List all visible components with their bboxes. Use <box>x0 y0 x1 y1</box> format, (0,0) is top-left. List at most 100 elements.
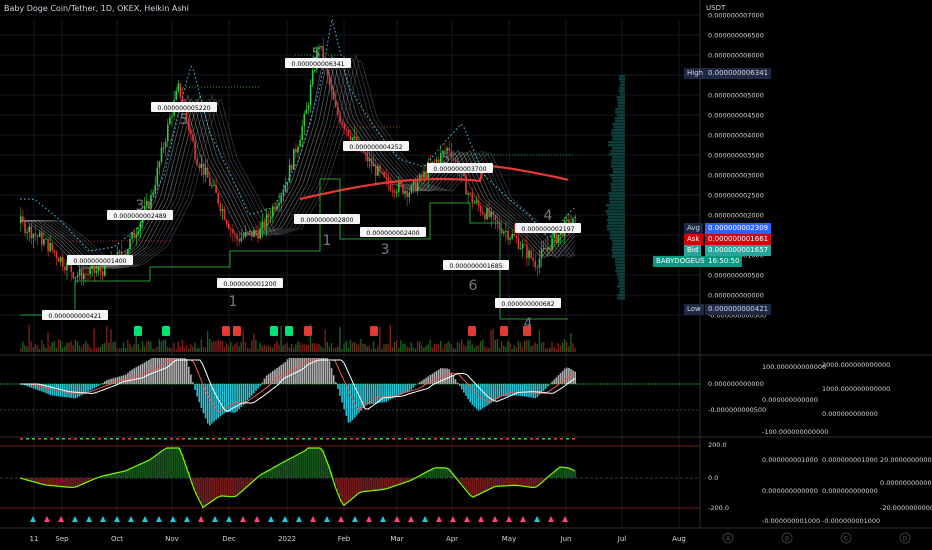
macd-histogram-bar <box>57 384 60 397</box>
candle-body <box>511 233 513 238</box>
time-tick-label: Aug <box>672 535 686 543</box>
osc2-signal-icon <box>324 516 330 522</box>
chart-canvas[interactable]: 0.0000000075000.0000000070000.0000000065… <box>0 0 932 550</box>
macd-histogram-bar <box>236 384 238 412</box>
volume-bar <box>450 344 452 352</box>
candle-body <box>404 190 406 194</box>
volume-bar <box>303 343 305 352</box>
volume-bar <box>482 339 484 352</box>
osc2-top-dot <box>542 438 545 440</box>
osc2-area-bar <box>211 478 213 502</box>
candle-body <box>265 214 268 228</box>
osc2-area-bar <box>158 453 161 478</box>
volume-profile-bar <box>611 255 625 258</box>
candle-body <box>374 164 377 176</box>
volume-profile-bar <box>612 156 625 159</box>
volume-bar <box>351 342 354 352</box>
high-label: High <box>684 68 707 79</box>
osc2-top-dot <box>464 438 467 440</box>
osc2-area-bar <box>276 466 278 478</box>
osc2-area-bar <box>484 478 486 492</box>
pivot-label-text: 0.000000000682 <box>501 301 554 308</box>
osc2-axis-label: -200.0 <box>708 504 729 512</box>
volume-bar <box>227 346 230 352</box>
macd-histogram-bar <box>337 384 339 389</box>
osc2-top-dot <box>506 438 509 440</box>
candle-body <box>238 239 240 242</box>
volume-bar <box>440 340 442 352</box>
osc2-area-bar <box>34 478 37 483</box>
candle-body <box>171 115 173 118</box>
osc2-axis-label: 0.0 <box>708 474 718 482</box>
osc2-area-bar <box>479 478 482 494</box>
volume-bar <box>24 345 26 352</box>
pivot-label-text: 0.000000004252 <box>349 144 402 151</box>
candle-body <box>30 226 33 239</box>
volume-bar <box>89 347 91 352</box>
volume-bar <box>93 328 95 352</box>
macd-histogram-bar <box>343 384 345 410</box>
candle-body <box>421 174 423 178</box>
candle-body <box>101 271 104 276</box>
macd-histogram-bar <box>108 379 110 384</box>
macd-histogram-bar <box>59 384 62 397</box>
volume-profile-bar <box>617 276 625 279</box>
volume-bar <box>141 341 144 352</box>
macd-histogram-bar <box>452 375 455 384</box>
candle-body <box>341 122 343 125</box>
candle-body <box>74 277 77 279</box>
osc2-area-bar <box>568 467 570 478</box>
time-tick-label: Apr <box>446 535 458 543</box>
osc2-area-bar <box>177 448 180 478</box>
volume-bar <box>490 330 492 352</box>
volume-bar <box>160 341 163 352</box>
osc2-area-bar <box>507 478 509 486</box>
osc2-area-bar <box>148 460 150 478</box>
volume-bar <box>263 345 265 352</box>
osc2-area-bar <box>66 478 68 487</box>
osc2-signal-icon <box>128 516 134 522</box>
osc2-top-dot <box>476 438 479 440</box>
volume-profile-bar <box>618 87 625 90</box>
candle-body <box>257 232 259 239</box>
candle-body <box>293 148 295 170</box>
osc2-area-bar <box>232 478 234 497</box>
osc2-signal-icon <box>562 516 568 522</box>
volume-bar <box>293 347 295 352</box>
osc2-area-bar <box>435 467 438 478</box>
candle-body <box>206 167 209 178</box>
candle-body <box>127 249 129 255</box>
price-tick-label: 0.000000007000 <box>708 12 764 20</box>
volume-bar <box>125 347 127 352</box>
candle-body <box>482 212 484 214</box>
volume-bar <box>167 347 169 352</box>
volume-bar <box>87 343 89 352</box>
macd-histogram-bar <box>519 384 522 397</box>
candle-body <box>536 267 539 269</box>
signal-marker-icon <box>162 326 170 336</box>
osc2-top-dot <box>236 438 239 440</box>
candle-body <box>295 148 297 153</box>
macd-histogram <box>22 358 576 426</box>
osc2-top-dot <box>26 438 29 440</box>
volume-bar <box>431 347 433 352</box>
volume-bar <box>282 345 284 352</box>
volume-bar <box>276 340 278 352</box>
osc2-area-bar <box>362 478 365 492</box>
candle-body <box>540 249 543 259</box>
volume-profile-bar <box>608 207 625 210</box>
volume-bar <box>410 342 412 352</box>
volume-profile <box>605 75 625 300</box>
osc2-top-dot <box>524 438 527 440</box>
candle-body <box>240 237 243 242</box>
candle-body <box>72 272 75 279</box>
volume-profile-bar <box>617 99 625 102</box>
candle-body <box>139 222 142 232</box>
candle-body <box>305 109 308 114</box>
countdown-value: 16:50:50 <box>705 256 743 267</box>
volume-bar <box>452 348 454 352</box>
macd-histogram-bar <box>339 384 341 396</box>
osc2-area-bar <box>379 478 381 490</box>
volume-bar <box>196 347 198 352</box>
candle-body <box>34 233 37 236</box>
